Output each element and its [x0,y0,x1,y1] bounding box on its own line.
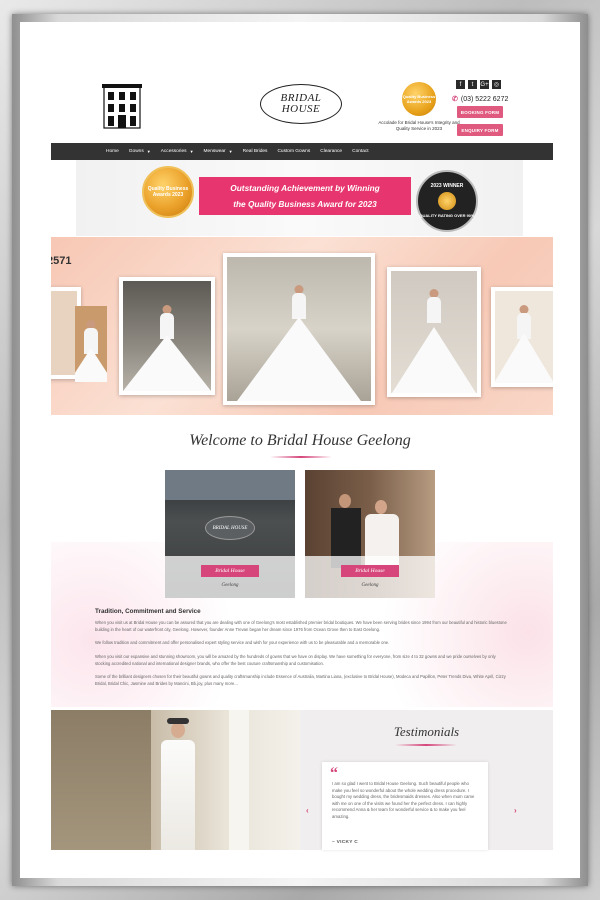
nav-item-gowns[interactable]: Gowns ▼ [124,143,156,160]
nav-label: Contact [352,149,369,154]
gallery-image [495,291,553,383]
award-medal-icon: Quality Business Awards 2023 [402,82,436,116]
instagram-icon[interactable]: ◎ [492,80,501,89]
seal-medal-icon [438,192,456,210]
seal-top: 2023 WINNER [430,183,464,189]
gallery-photo[interactable] [71,302,111,386]
main-nav: Home Gowns ▼ Accessories ▼ Menswear ▼ Real … [51,143,553,160]
card-tag: Bridal House [341,565,399,577]
sky-area [165,470,295,500]
bridal-house-logo[interactable]: BRIDAL HOUSE [260,84,342,124]
webpage: BRIDAL HOUSE Quality Business Awards 202… [20,22,580,878]
quality-award: Quality Business Awards 2023 Accolade fo… [377,82,461,132]
nav-item-custom-gowns[interactable]: Custom Gowns [272,143,315,160]
enquiry-form-button[interactable]: ENQUIRY FORM [457,124,503,136]
nav-item-accessories[interactable]: Accessories ▼ [156,143,199,160]
award-ribbon: Outstanding Achievement by Winning the Q… [199,177,411,215]
card-tag: Bridal House [201,565,259,577]
column [229,710,249,850]
building-logo-icon[interactable] [102,82,142,130]
paragraph-3: When you visit our expansive and stunnin… [95,654,496,666]
card-overlay [165,556,295,598]
storefront-sign: BRIDAL HOUSE [205,516,255,540]
caret-down-icon: ▼ [146,149,151,154]
card-subtitle: Geelong [361,583,379,588]
gown-gallery[interactable]: 2571 [51,237,553,415]
phone-text: (03) 5222 6272 [460,96,509,103]
nav-label: Clearance [320,149,343,154]
social-links: f t G+ ◎ [456,80,501,89]
nav-item-contact[interactable]: Contact [347,143,374,160]
winner-seal-icon: 2023 WINNER QUALITY RATING OVER 90% [416,170,478,232]
facebook-icon[interactable]: f [456,80,465,89]
storefront-card[interactable]: BRIDAL HOUSE Bridal House Geelong [165,470,295,598]
nav-label: Real Brides [242,149,268,154]
paragraph-2: We follow tradition and commitment and o… [95,640,390,645]
ornament-divider [270,456,332,458]
model-face [171,722,185,738]
booking-form-label: BOOKING FORM [460,109,500,115]
ribbon-line-1: Outstanding Achievement by Winning [230,183,380,193]
groom-face [339,494,351,508]
testimonial-text: I am so glad I went to Bridal House Geel… [332,781,475,819]
nav-item-home[interactable]: Home [101,143,124,160]
gallery-image [391,271,477,393]
gallery-photo-featured[interactable] [223,253,375,405]
award-banner[interactable]: Quality Business Awards 2023 Outstanding… [76,160,523,236]
seal-bottom: QUALITY RATING OVER 90% [419,213,475,218]
phone-icon: ✆ [452,96,458,103]
section-title: Tradition, Commitment and Service [95,608,201,615]
testimonial-card: “ I am so glad I went to Bridal House Ge… [322,762,488,850]
award-medal-icon: Quality Business Awards 2023 [142,166,194,218]
couple-card[interactable]: Bridal House Geelong [305,470,435,598]
welcome-title: Welcome to Bridal House Geelong [189,432,411,449]
nav-label: Accessories [160,149,187,154]
gallery-image [75,306,107,382]
gallery-photo[interactable] [119,277,215,395]
gallery-image [227,257,371,401]
booking-form-button[interactable]: BOOKING FORM [457,106,503,118]
medal-text: Quality Business Awards 2023 [147,186,189,198]
bride-face [375,500,387,514]
nav-label: Menswear [203,149,226,154]
testimonials-title: Testimonials [393,724,460,739]
ribbon-line-2: the Quality Business Award for 2023 [233,199,377,209]
next-arrow-icon[interactable]: › [514,806,517,815]
gallery-photo[interactable] [491,287,553,387]
google-plus-icon[interactable]: G+ [480,80,489,89]
award-caption: Accolade for Bridal House's Integrity an… [378,120,460,131]
card-overlay [305,556,435,598]
gallery-number: 2571 [51,255,72,267]
paragraph-1: When you visit us at Bridal House you ca… [95,620,507,632]
model-hair [167,718,189,724]
nav-label: Gowns [128,149,144,154]
gallery-photo[interactable] [387,267,481,397]
ornament-divider [395,744,457,746]
nav-item-clearance[interactable]: Clearance [315,143,347,160]
nav-item-real-brides[interactable]: Real Brides [238,143,273,160]
nav-label: Home [106,149,119,154]
caret-down-icon: ▼ [189,149,194,154]
model-dress [161,740,195,850]
gallery-image [123,281,211,391]
testimonial-author: – VICKY C [332,840,359,845]
prev-arrow-icon[interactable]: ‹ [306,806,309,815]
logo-text-house: HOUSE [281,103,321,115]
wall-texture [51,710,151,850]
twitter-icon[interactable]: t [468,80,477,89]
paragraph-4: Some of the brilliant designers chosen f… [95,674,506,686]
phone-number[interactable]: ✆ (03) 5222 6272 [452,95,508,103]
nav-item-menswear[interactable]: Menswear ▼ [199,143,238,160]
nav-label: Custom Gowns [277,149,311,154]
enquiry-form-label: ENQUIRY FORM [461,127,499,133]
caret-down-icon: ▼ [228,149,233,154]
card-subtitle: Geelong [221,583,239,588]
bride-photo [51,710,300,850]
testimonials-section: Testimonials ‹ “ I am so glad I went to … [300,710,553,850]
